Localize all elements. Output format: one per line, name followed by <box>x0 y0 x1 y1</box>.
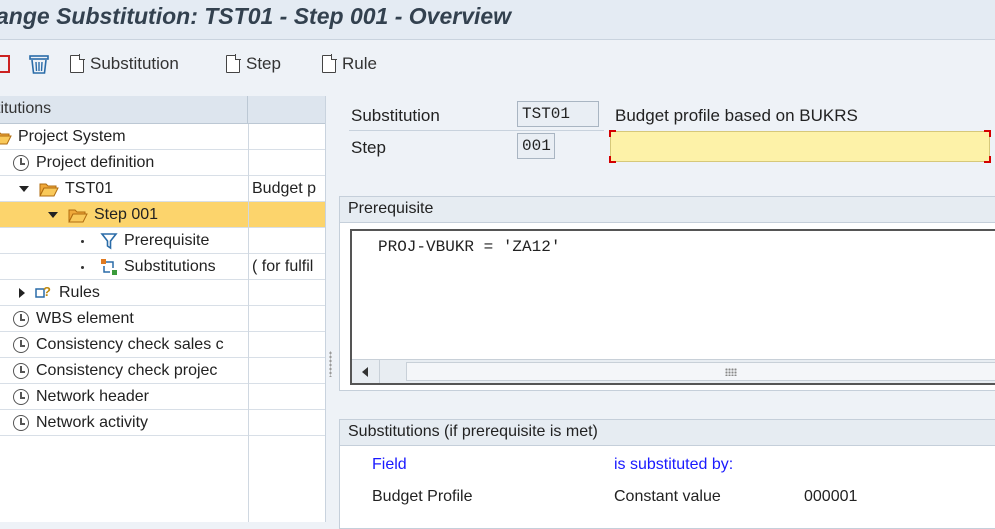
tree-item-label: Network activity <box>36 414 149 431</box>
clock-icon <box>13 415 29 431</box>
tree-item-network-activity[interactable]: Network activity <box>0 410 325 436</box>
tree-item-substitutions[interactable]: Substitutions ( for fulfil <box>0 254 325 280</box>
tree-item-description <box>248 332 325 358</box>
tree-item-description <box>248 410 325 436</box>
horizontal-scrollbar[interactable] <box>352 359 995 383</box>
delete-icon[interactable] <box>0 53 10 75</box>
tree-item-description <box>248 280 325 306</box>
prerequisite-code: PROJ-VBUKR = 'ZA12' <box>378 238 561 256</box>
scroll-left-icon[interactable] <box>352 360 380 383</box>
document-icon <box>322 54 337 73</box>
navigation-tree: titutions Project System Project definit… <box>0 96 326 522</box>
substitutions-group: Substitutions (if prerequisite is met) F… <box>339 419 995 529</box>
clock-icon <box>13 389 29 405</box>
prerequisite-title: Prerequisite <box>340 197 995 223</box>
new-rule-label: Rule <box>342 54 377 73</box>
expand-icon[interactable] <box>19 288 25 298</box>
tree-item-label: Rules <box>59 284 100 301</box>
folder-open-icon <box>0 131 12 144</box>
tree-item-label: Consistency check sales c <box>36 336 224 353</box>
scrollbar-thumb[interactable] <box>406 362 995 381</box>
prerequisite-group: Prerequisite PROJ-VBUKR = 'ZA12' <box>339 196 995 391</box>
tree-item-label: Network header <box>36 388 149 405</box>
tree-item-consistency-sales[interactable]: Consistency check sales c <box>0 332 325 358</box>
tree-item-rules[interactable]: ? Rules <box>0 280 325 306</box>
new-rule-button[interactable]: Rule <box>322 53 377 75</box>
substitution-label: Substitution <box>351 106 440 125</box>
step-number-field[interactable]: 001 <box>517 133 555 159</box>
clock-icon <box>13 311 29 327</box>
new-step-button[interactable]: Step <box>226 53 281 75</box>
substitution-method: Constant value <box>614 488 721 505</box>
tree-item-consistency-project[interactable]: Consistency check projec <box>0 358 325 384</box>
substitution-description: Budget profile based on BUKRS <box>615 106 858 125</box>
trash-icon[interactable] <box>28 53 50 75</box>
collapse-icon[interactable] <box>19 186 29 192</box>
substitutions-title: Substitutions (if prerequisite is met) <box>340 420 995 446</box>
clock-icon <box>13 337 29 353</box>
substitution-value: 000001 <box>804 488 858 505</box>
new-substitution-label: Substitution <box>90 54 179 73</box>
tree-item-description: ( for fulfil <box>248 254 325 280</box>
new-substitution-button[interactable]: Substitution <box>70 53 179 75</box>
tree-item-description <box>248 306 325 332</box>
tree-item-step-001[interactable]: Step 001 <box>0 202 325 228</box>
tree-item-description: Budget p <box>248 176 325 202</box>
clock-icon <box>13 155 29 171</box>
substitution-id-field[interactable]: TST01 <box>517 101 599 127</box>
tree-item-description <box>248 228 325 254</box>
page-title: ange Substitution: TST01 - Step 001 - Ov… <box>0 3 512 29</box>
substituted-by-header: is substituted by: <box>614 456 734 473</box>
tree-header-label: titutions <box>0 100 52 117</box>
collapse-icon[interactable] <box>48 212 58 218</box>
tree-item-project-system[interactable]: Project System <box>0 124 325 150</box>
tree-item-label: WBS element <box>36 310 134 327</box>
tree-item-description <box>248 384 325 410</box>
tree-item-wbs-element[interactable]: WBS element <box>0 306 325 332</box>
tree-item-tst01[interactable]: TST01 Budget p <box>0 176 325 202</box>
tree-item-description <box>248 150 325 176</box>
tree-item-prerequisite[interactable]: Prerequisite <box>0 228 325 254</box>
folder-open-icon <box>68 209 88 222</box>
svg-text:?: ? <box>43 284 51 299</box>
tree-item-label: Step 001 <box>94 206 159 223</box>
application-toolbar: Substitution Step Rule <box>0 40 995 89</box>
step-description-field[interactable] <box>609 130 991 163</box>
tree-item-label: Substitutions <box>124 258 216 275</box>
substitution-field-name[interactable]: Budget Profile <box>372 488 473 506</box>
tree-item-label: Project System <box>18 128 126 145</box>
folder-open-icon <box>39 183 59 196</box>
detail-panel: Substitution TST01 Budget profile based … <box>336 96 995 529</box>
clock-icon <box>13 363 29 379</box>
substitution-icon <box>101 259 117 275</box>
document-icon <box>70 54 85 73</box>
tree-item-label: TST01 <box>65 180 114 197</box>
tree-item-label: Prerequisite <box>124 232 210 249</box>
filter-icon <box>100 233 118 250</box>
tree-item-label: Consistency check projec <box>36 362 218 379</box>
new-step-label: Step <box>246 54 281 73</box>
tree-item-network-header[interactable]: Network header <box>0 384 325 410</box>
title-bar: ange Substitution: TST01 - Step 001 - Ov… <box>0 0 995 40</box>
step-label: Step <box>351 138 386 157</box>
tree-item-description <box>248 202 325 228</box>
field-column-header: Field <box>372 456 407 473</box>
tree-item-project-definition[interactable]: Project definition <box>0 150 325 176</box>
rules-icon: ? <box>35 284 51 299</box>
document-icon <box>226 54 241 73</box>
tree-item-description <box>248 358 325 384</box>
prerequisite-editor[interactable]: PROJ-VBUKR = 'ZA12' <box>350 229 995 385</box>
tree-item-label: Project definition <box>36 154 155 171</box>
tree-header: titutions <box>0 96 325 124</box>
splitter-handle[interactable] <box>326 96 336 522</box>
tree-item-description <box>248 124 325 150</box>
